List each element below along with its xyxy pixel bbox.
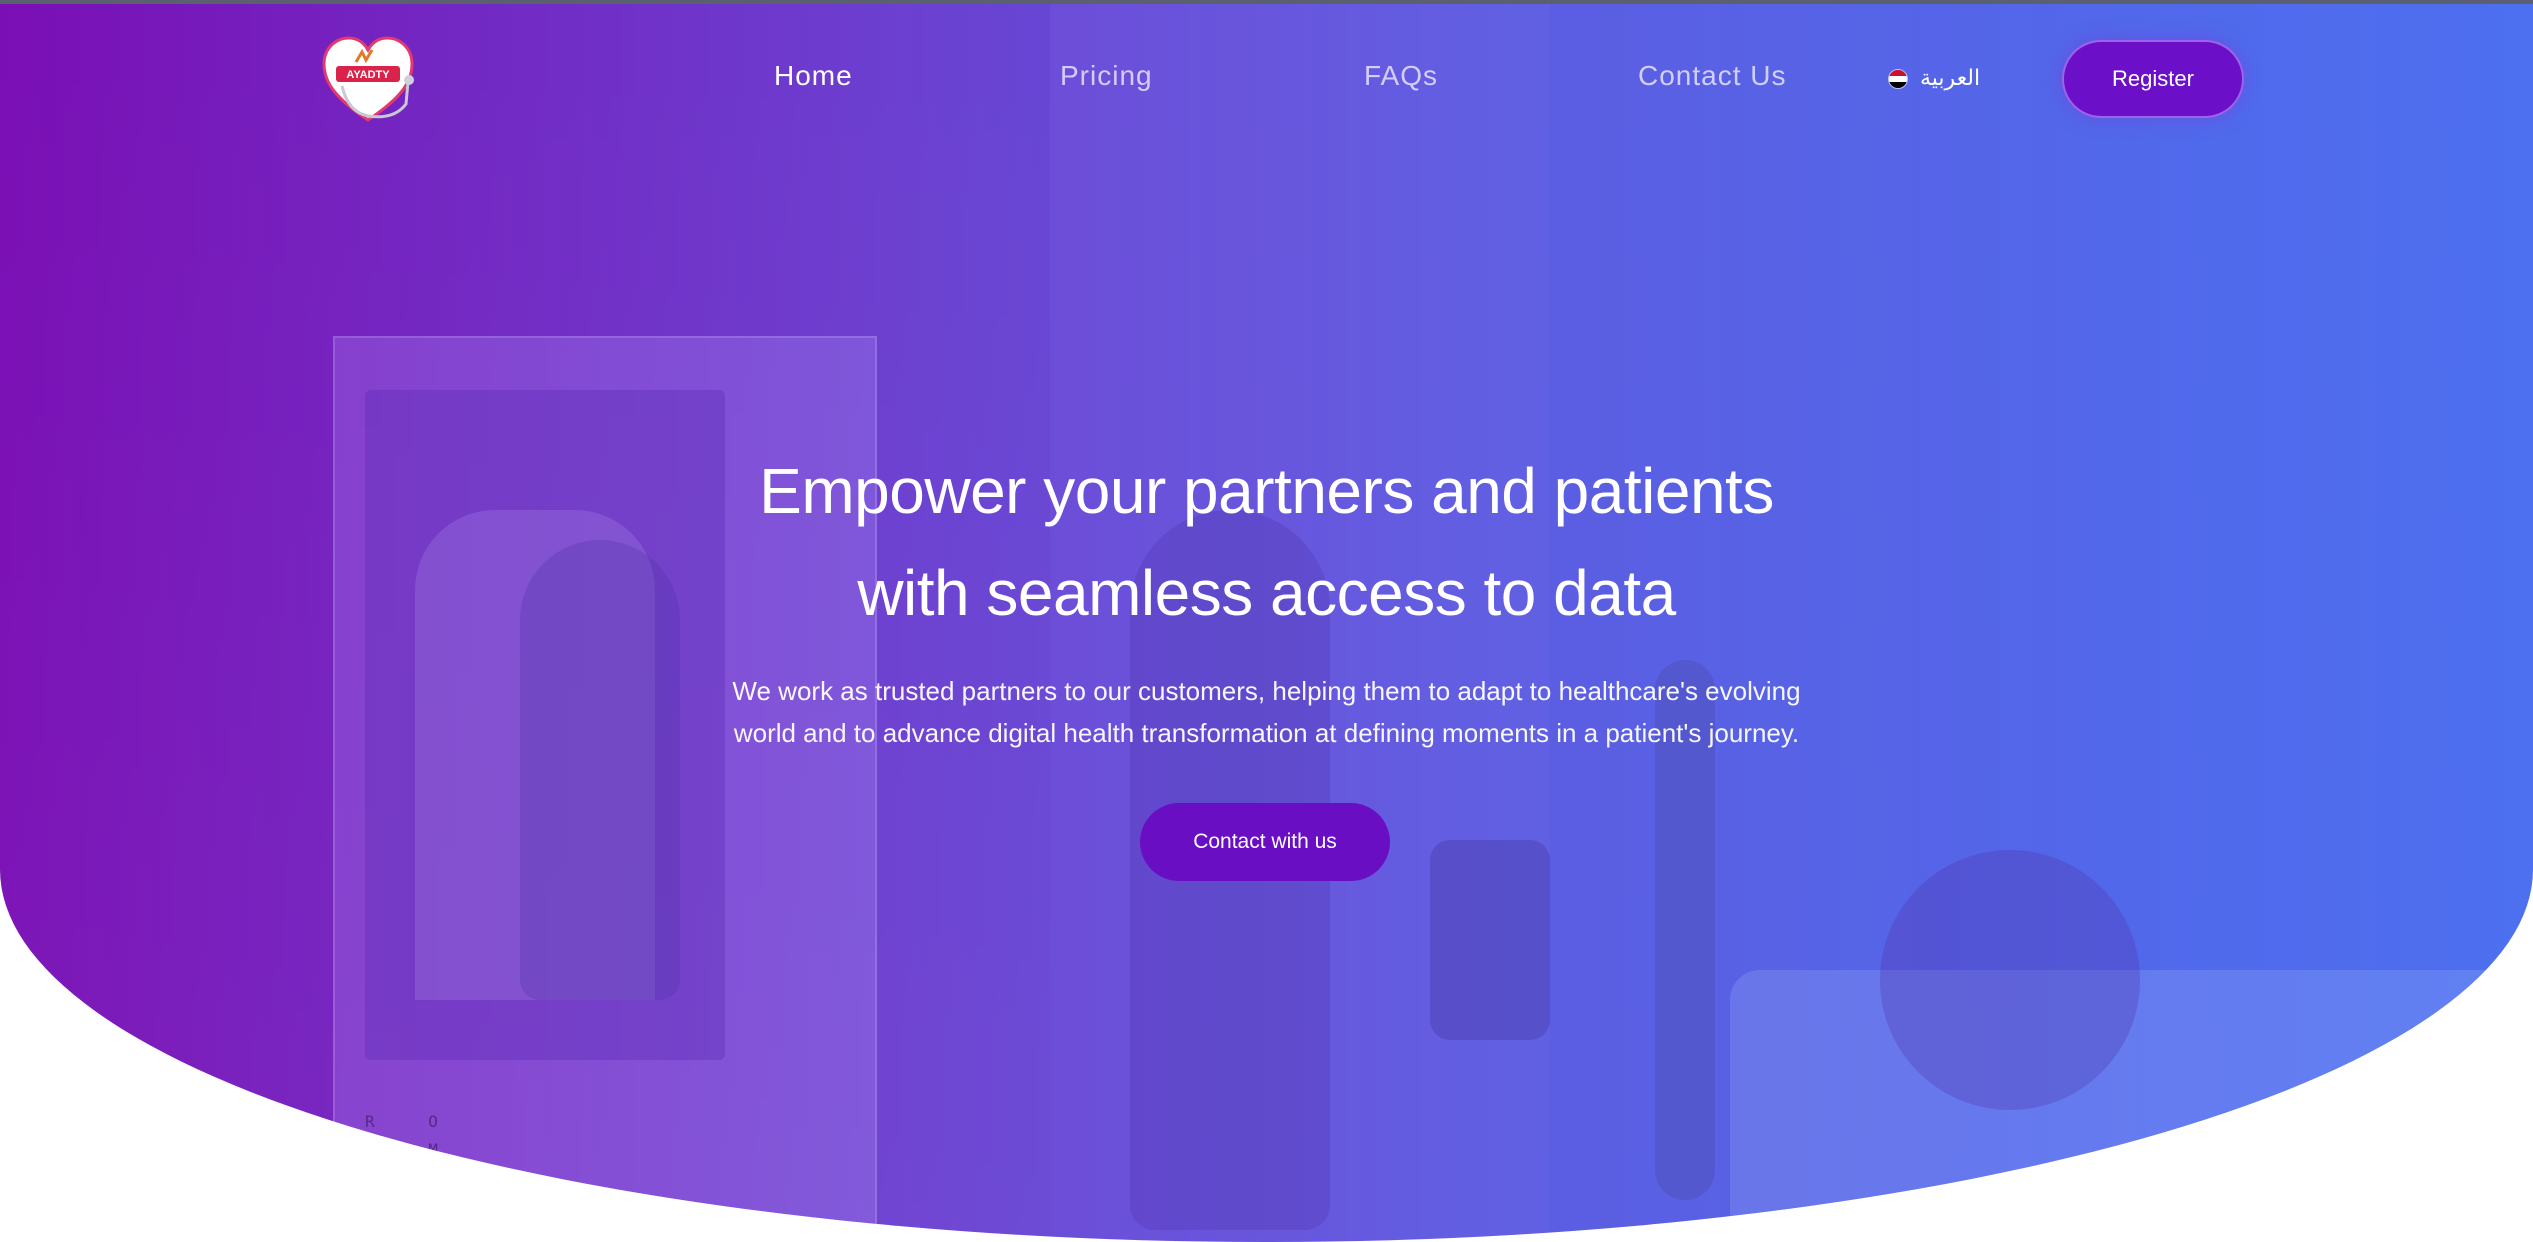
language-switcher[interactable]: العربية bbox=[1888, 66, 1980, 91]
hero-subtitle-line: We work as trusted partners to our custo… bbox=[732, 676, 1801, 706]
register-button[interactable]: Register bbox=[2062, 40, 2244, 118]
hero-title-line: Empower your partners and patients bbox=[759, 455, 1774, 527]
nav-home[interactable]: Home bbox=[774, 60, 853, 92]
booth-lettering: R O O M bbox=[365, 1108, 460, 1164]
nav-contact-us[interactable]: Contact Us bbox=[1638, 60, 1787, 92]
language-label: العربية bbox=[1920, 66, 1981, 91]
hero-title: Empower your partners and patients with … bbox=[0, 440, 2533, 644]
booth-letters-row: O M bbox=[365, 1140, 460, 1159]
nav-pricing[interactable]: Pricing bbox=[1060, 60, 1153, 92]
booth-letters-row: R O bbox=[365, 1112, 460, 1131]
hero-subtitle: We work as trusted partners to our custo… bbox=[0, 670, 2533, 754]
woman-on-sofa-image bbox=[1880, 850, 2140, 1110]
chair-image bbox=[1430, 840, 1550, 1040]
contact-with-us-button[interactable]: Contact with us bbox=[1140, 803, 1390, 881]
heart-stethoscope-logo[interactable]: AYADTY bbox=[318, 32, 418, 132]
site-header: AYADTY Home Pricing FAQs Contact Us العر… bbox=[0, 0, 2533, 160]
hero-title-line: with seamless access to data bbox=[857, 557, 1676, 629]
egypt-flag-icon bbox=[1888, 68, 1908, 89]
svg-text:AYADTY: AYADTY bbox=[346, 69, 390, 81]
nav-faqs[interactable]: FAQs bbox=[1364, 60, 1438, 92]
hero-subtitle-line: world and to advance digital health tran… bbox=[733, 718, 1800, 748]
